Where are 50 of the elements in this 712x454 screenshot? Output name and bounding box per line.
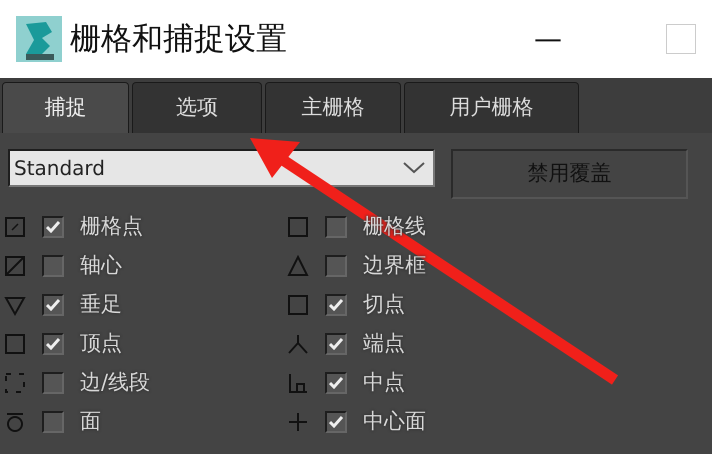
- y-shape-icon: [287, 332, 309, 354]
- tab[interactable]: 用户栅格: [404, 82, 579, 133]
- tab[interactable]: 主栅格: [265, 82, 401, 133]
- checkbox[interactable]: [325, 216, 347, 238]
- step-icon: [287, 372, 309, 394]
- checkbox[interactable]: [325, 410, 347, 432]
- checkbox[interactable]: [325, 332, 347, 354]
- checkbox[interactable]: [42, 254, 64, 276]
- checkmark-icon: [329, 338, 343, 350]
- triangle-icon: [287, 254, 309, 276]
- checkbox-label: 垂足: [80, 290, 122, 318]
- checkbox[interactable]: [325, 254, 347, 276]
- checkmark-icon: [46, 298, 60, 310]
- checkbox-label: 顶点: [80, 330, 122, 357]
- checkbox[interactable]: [42, 332, 64, 354]
- app-logo-icon: [16, 16, 62, 62]
- square-icon: [287, 294, 309, 316]
- checkbox-label: 轴心: [80, 252, 122, 279]
- circle-icon: [4, 410, 26, 432]
- square-icon: [287, 216, 309, 238]
- checkbox[interactable]: [42, 216, 64, 238]
- square-icon: [4, 216, 26, 238]
- checkbox-label: 中点: [363, 368, 405, 396]
- checkmark-icon: [46, 220, 60, 232]
- window-title: 栅格和捕捉设置: [70, 20, 288, 59]
- dropdown[interactable]: Standard: [8, 149, 435, 187]
- checkbox-label: 端点: [363, 330, 405, 357]
- tab[interactable]: 捕捉: [2, 82, 129, 133]
- checkmark-icon: [329, 298, 343, 310]
- checkmark-icon: [46, 338, 60, 350]
- checkbox-label: 面: [80, 408, 101, 435]
- chevron-down-icon: [403, 162, 425, 174]
- tab[interactable]: 选项: [132, 82, 262, 133]
- square-icon: [4, 254, 26, 276]
- minimize-button[interactable]: —: [526, 25, 570, 53]
- checkbox[interactable]: [42, 372, 64, 394]
- checkbox[interactable]: [42, 294, 64, 316]
- checkbox[interactable]: [325, 294, 347, 316]
- dashed-square-icon: [4, 372, 26, 394]
- checkbox-label: 边界框: [363, 252, 426, 279]
- checkbox-label: 栅格点: [80, 212, 143, 240]
- checkmark-icon: [329, 376, 343, 388]
- checkmark-icon: [329, 416, 343, 428]
- checkbox-label: 中心面: [363, 408, 426, 435]
- square-icon: [4, 332, 26, 354]
- checkbox[interactable]: [325, 372, 347, 394]
- checkbox[interactable]: [42, 410, 64, 432]
- plus-icon: [287, 410, 309, 432]
- checkbox-label: 切点: [363, 290, 405, 318]
- checkbox-label: 边/线段: [80, 368, 150, 396]
